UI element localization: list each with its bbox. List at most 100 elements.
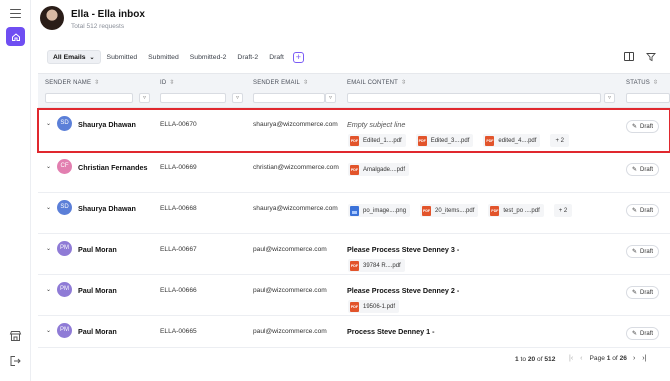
store-icon[interactable] xyxy=(9,330,22,342)
tab-draft-2[interactable]: Draft-2 xyxy=(232,50,263,64)
tab-label: All Emails xyxy=(53,53,86,61)
sender-email: shaurya@wizcommerce.com xyxy=(253,205,338,212)
attachment-name: 39784 R....pdf xyxy=(363,262,401,269)
attachment-name: edited_4....pdf xyxy=(498,137,537,144)
filter-icon[interactable]: ▿ xyxy=(232,93,243,103)
table-row[interactable]: ⌄ PM Paul Moran ELLA-00666 paul@wizcommerce.… xyxy=(38,275,670,316)
pencil-icon: ✎ xyxy=(632,331,638,337)
table-row[interactable]: ⌄ PM Paul Moran ELLA-00665 paul@wizcommerce.… xyxy=(38,316,670,351)
pencil-icon: ✎ xyxy=(632,124,638,130)
tab-draft[interactable]: Draft xyxy=(264,50,289,64)
status-badge[interactable]: ✎ Draft xyxy=(626,120,660,133)
pencil-icon: ✎ xyxy=(632,167,638,173)
page-indicator: Page 1 of 26 xyxy=(589,355,627,362)
status-label: Draft xyxy=(640,166,654,173)
column-header-sender-email[interactable]: SENDER EMAIL ⇳ xyxy=(253,79,308,86)
avatar: PM xyxy=(57,282,72,297)
attachment-chip[interactable]: PDF edited_4....pdf xyxy=(483,134,541,147)
pdf-file-icon: PDF xyxy=(350,301,359,312)
pdf-file-icon: PDF xyxy=(422,205,432,216)
attachment-list: PDF 19506-1.pdf xyxy=(348,300,409,313)
status-label: Draft xyxy=(640,330,654,337)
pagination-bar: 1 to 20 of 512 |‹ ‹ Page 1 of 26 › ›| xyxy=(38,347,670,372)
attachment-name: 20_items....pdf xyxy=(435,207,475,214)
status-label: Draft xyxy=(640,123,654,130)
table-row[interactable]: ⌄ PM Paul Moran ELLA-00667 paul@wizcommerce.… xyxy=(38,234,670,275)
table-row[interactable]: ⌄ SD Shaurya Dhawan ELLA-00670 shaurya@wizco… xyxy=(37,108,670,153)
attachment-chip[interactable]: PDF Edited_3....pdf xyxy=(415,134,474,147)
attachment-chip[interactable]: PDF Edited_1....pdf xyxy=(348,134,406,147)
page-header: Ella - Ella inbox Total 512 requests xyxy=(31,0,670,40)
attachment-chip[interactable]: PDF 39784 R....pdf xyxy=(348,259,405,272)
status-badge[interactable]: ✎ Draft xyxy=(626,327,660,340)
pdf-file-icon: PDF xyxy=(350,135,359,146)
filter-icon[interactable]: ▿ xyxy=(604,93,615,103)
chevron-down-icon[interactable]: ⌄ xyxy=(46,204,51,211)
tab-all-emails[interactable]: All Emails ⌄ xyxy=(47,50,101,64)
sort-icon: ⇳ xyxy=(652,80,659,86)
table-header: SENDER NAME ⇳ ID ⇳ SENDER EMAIL ⇳ EMAIL CON… xyxy=(38,73,670,108)
email-content-filter-input[interactable] xyxy=(347,93,601,103)
column-header-status[interactable]: STATUS ⇳ xyxy=(626,79,658,86)
attachment-list: PDF 39784 R....pdf xyxy=(348,259,415,272)
attachment-chip[interactable]: PDF 19506-1.pdf xyxy=(348,300,400,313)
view-tabs: All Emails ⌄ Submitted Submitted Submitt… xyxy=(47,50,304,64)
logout-icon[interactable] xyxy=(9,355,22,367)
avatar: PM xyxy=(57,323,72,338)
request-id: ELLA-00669 xyxy=(160,164,197,171)
user-avatar[interactable] xyxy=(40,6,64,30)
sender-name: Paul Moran xyxy=(78,245,117,254)
prev-page-button[interactable]: ‹ xyxy=(580,355,582,362)
sort-icon: ⇳ xyxy=(169,80,175,86)
attachment-name: Amalgade....pdf xyxy=(363,166,406,173)
status-badge[interactable]: ✎ Draft xyxy=(626,163,660,176)
chevron-down-icon[interactable]: ⌄ xyxy=(46,163,51,170)
table-row[interactable]: ⌄ SD Shaurya Dhawan ELLA-00668 shaurya@wizco… xyxy=(38,193,670,234)
chevron-down-icon[interactable]: ⌄ xyxy=(46,245,51,252)
pencil-icon: ✎ xyxy=(632,290,638,296)
sender-name-filter-input[interactable] xyxy=(45,93,133,103)
sender-name: Shaurya Dhawan xyxy=(78,204,136,213)
filter-icon[interactable]: ▿ xyxy=(139,93,150,103)
more-attachments-badge[interactable]: + 2 xyxy=(553,204,573,217)
pdf-file-icon: PDF xyxy=(417,135,427,146)
attachment-chip[interactable]: PDF test_po ....pdf xyxy=(488,204,544,217)
status-badge[interactable]: ✎ Draft xyxy=(626,204,660,217)
pager: |‹ ‹ Page 1 of 26 › ›| xyxy=(569,355,653,362)
request-id: ELLA-00665 xyxy=(160,328,197,335)
email-subject: Empty subject line xyxy=(347,120,406,129)
column-header-id[interactable]: ID ⇳ xyxy=(160,79,175,86)
next-page-button[interactable]: › xyxy=(633,355,635,362)
attachment-chip[interactable]: po_image....png xyxy=(348,204,411,217)
last-page-button[interactable]: ›| xyxy=(642,355,646,362)
attachment-chip[interactable]: PDF Amalgade....pdf xyxy=(348,163,410,176)
tab-submitted-2nd[interactable]: Submitted xyxy=(143,50,184,64)
filter-icon[interactable]: ▿ xyxy=(325,93,336,103)
filter-icon[interactable] xyxy=(646,52,656,62)
status-filter-input[interactable] xyxy=(626,93,670,103)
more-attachments-badge[interactable]: + 2 xyxy=(550,134,569,147)
home-icon[interactable] xyxy=(6,27,25,46)
chevron-down-icon[interactable]: ⌄ xyxy=(46,327,51,334)
sender-email: paul@wizcommerce.com xyxy=(253,246,327,253)
status-badge[interactable]: ✎ Draft xyxy=(626,245,660,258)
columns-icon[interactable] xyxy=(624,52,634,61)
attachment-chip[interactable]: PDF 20_items....pdf xyxy=(420,204,479,217)
column-header-sender-name[interactable]: SENDER NAME ⇳ xyxy=(45,79,99,86)
tab-submitted-2[interactable]: Submitted-2 xyxy=(185,50,232,64)
menu-icon[interactable] xyxy=(10,9,21,18)
status-badge[interactable]: ✎ Draft xyxy=(626,286,660,299)
table-row[interactable]: ⌄ CF Christian Fernandes ELLA-00669 christia… xyxy=(38,152,670,193)
attachment-name: Edited_1....pdf xyxy=(363,137,402,144)
add-tab-button[interactable]: + xyxy=(292,51,304,63)
sender-email-filter-input[interactable] xyxy=(253,93,325,103)
tab-submitted[interactable]: Submitted xyxy=(102,50,143,64)
status-label: Draft xyxy=(640,207,654,214)
chevron-down-icon[interactable]: ⌄ xyxy=(46,120,51,127)
column-header-email-content[interactable]: EMAIL CONTENT ⇳ xyxy=(347,79,406,86)
id-filter-input[interactable] xyxy=(160,93,226,103)
chevron-down-icon[interactable]: ⌄ xyxy=(46,286,51,293)
first-page-button[interactable]: |‹ xyxy=(569,355,573,362)
attachment-name: test_po ....pdf xyxy=(503,207,540,214)
total-requests: Total 512 requests xyxy=(71,23,125,30)
